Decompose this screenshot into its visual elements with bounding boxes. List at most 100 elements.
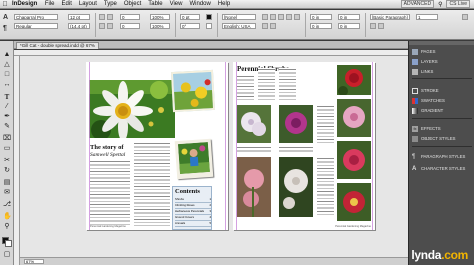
panel-pages[interactable]: PAGES: [412, 47, 472, 56]
screen-mode-icon[interactable]: ▢: [3, 251, 11, 259]
align-center-button[interactable]: [270, 14, 276, 20]
direct-selection-tool-icon[interactable]: △: [3, 61, 11, 69]
panel-links[interactable]: LINKS: [412, 67, 472, 76]
pink-flower-photo[interactable]: [337, 99, 371, 137]
all-caps-button[interactable]: [99, 14, 105, 20]
document-tab[interactable]: *Gill Cat - double spread.indd @ 67%: [16, 42, 99, 49]
font-style-field[interactable]: Regular: [14, 23, 58, 29]
superscript-button[interactable]: [99, 23, 105, 29]
panel-menu-button[interactable]: [462, 14, 468, 20]
daisy-photo[interactable]: [89, 80, 175, 138]
menu-file[interactable]: File: [41, 1, 58, 7]
vertical-scale-field[interactable]: 100%: [150, 14, 170, 20]
red-rose-photo[interactable]: [337, 65, 371, 95]
bullets-button[interactable]: [370, 23, 376, 29]
contents-box[interactable]: Contents Shrubs 1 Climbing Roses 2 Herba…: [172, 186, 212, 230]
panel-effects[interactable]: fx EFFECTS: [412, 124, 472, 133]
menu-type[interactable]: Type: [100, 1, 120, 7]
line-tool-icon[interactable]: ⁄: [3, 103, 11, 111]
pink-rose-photo[interactable]: [337, 141, 371, 179]
gap-tool-icon[interactable]: ↔: [3, 81, 11, 89]
fill-swatch[interactable]: [206, 14, 212, 20]
fill-stroke-swatches[interactable]: [2, 237, 12, 247]
red-dahlia-photo[interactable]: [337, 183, 371, 221]
apple-menu-icon[interactable]: : [0, 1, 10, 8]
menu-window[interactable]: Window: [186, 1, 214, 7]
app-menu[interactable]: InDesign: [10, 1, 41, 7]
tracking-field[interactable]: 0: [120, 23, 140, 29]
menu-layout[interactable]: Layout: [75, 1, 100, 7]
panel-dock-grip[interactable]: [409, 41, 474, 45]
child-photo-frame[interactable]: [174, 138, 214, 180]
panel-object-styles[interactable]: OBJECT STYLES: [412, 134, 472, 143]
left-indent-field[interactable]: 0 in: [310, 14, 332, 20]
selection-tool-icon[interactable]: ▲: [3, 51, 11, 59]
left-page[interactable]: The story of Samwell Spettal Contents Sh…: [86, 62, 228, 230]
yellow-flower-photo[interactable]: [170, 69, 216, 113]
character-style-field[interactable]: [None]: [222, 14, 256, 20]
pen-tool-icon[interactable]: ✒: [3, 113, 11, 121]
numbering-button[interactable]: [378, 23, 384, 29]
leading-field[interactable]: (14.4 pt): [68, 23, 90, 29]
paragraph-style-field[interactable]: [Basic Paragraph]: [370, 14, 410, 20]
gradient-tool-icon[interactable]: ▤: [3, 179, 11, 187]
menu-view[interactable]: View: [166, 1, 186, 7]
zoom-tool-icon[interactable]: ⚲: [3, 223, 11, 231]
justify-all-button[interactable]: [294, 14, 300, 20]
panel-layers[interactable]: LAYERS: [412, 57, 472, 66]
purple-flower-photo[interactable]: [279, 105, 313, 143]
scissors-tool-icon[interactable]: ✂: [3, 157, 11, 165]
menu-table[interactable]: Table: [145, 1, 166, 7]
right-indent-field[interactable]: 0 in: [338, 14, 360, 20]
document-tab-bar: *Gill Cat - double spread.indd @ 67%: [14, 41, 408, 49]
language-field[interactable]: English: USA: [222, 23, 256, 29]
white-flower-photo-2[interactable]: [279, 157, 313, 217]
align-away-spine-button[interactable]: [270, 23, 276, 29]
note-tool-icon[interactable]: ✉: [3, 189, 11, 197]
rectangle-tool-icon[interactable]: ▭: [3, 145, 11, 153]
cs-live-button[interactable]: CS Live: [446, 0, 470, 8]
space-before-field[interactable]: 0 in: [338, 23, 360, 29]
menu-help[interactable]: Help: [214, 1, 233, 7]
contents-item[interactable]: Annuals 5: [175, 221, 211, 227]
panel-swatches[interactable]: SWATCHES: [412, 96, 472, 105]
paragraph-mode-icon[interactable]: ¶: [3, 25, 7, 32]
page-tool-icon[interactable]: □: [3, 71, 11, 79]
pasteboard[interactable]: The story of Samwell Spettal Contents Sh…: [20, 56, 408, 265]
pencil-tool-icon[interactable]: ✎: [3, 123, 11, 131]
hand-tool-icon[interactable]: ✋: [3, 213, 12, 221]
eyedropper-tool-icon[interactable]: ⎇: [3, 201, 11, 209]
horizontal-scale-field[interactable]: 100%: [150, 23, 170, 29]
panel-character-styles[interactable]: A CHARACTER STYLES: [412, 164, 472, 173]
right-page[interactable]: Perennial Shrubs: [233, 62, 375, 230]
baseline-shift-field[interactable]: 0 pt: [180, 14, 200, 20]
type-tool-icon[interactable]: T: [3, 93, 11, 101]
stroke-swatch[interactable]: [206, 23, 212, 29]
font-family-field[interactable]: Chaparral Pro: [14, 14, 58, 20]
search-icon[interactable]: ⚲: [438, 1, 442, 8]
align-left-button[interactable]: [262, 14, 268, 20]
panel-stroke[interactable]: STROKE: [412, 86, 472, 95]
zoom-field[interactable]: 67%: [24, 259, 44, 264]
panel-paragraph-styles[interactable]: ¶ PARAGRAPH STYLES: [412, 152, 472, 161]
small-caps-button[interactable]: [107, 14, 113, 20]
character-mode-icon[interactable]: A: [3, 14, 8, 21]
first-line-indent-field[interactable]: 0 in: [310, 23, 332, 29]
justify-button[interactable]: [286, 14, 292, 20]
rectangle-frame-tool-icon[interactable]: ⌧: [3, 135, 11, 143]
menu-object[interactable]: Object: [120, 1, 144, 7]
menu-edit[interactable]: Edit: [58, 1, 75, 7]
align-towards-spine-button[interactable]: [262, 23, 268, 29]
stroke-swatch-tool[interactable]: [5, 240, 12, 247]
workspace-switcher[interactable]: ADVANCED: [400, 0, 435, 8]
panel-gradient[interactable]: GRADIENT: [412, 106, 472, 115]
pink-bloom-photo[interactable]: [237, 157, 271, 217]
align-right-button[interactable]: [278, 14, 284, 20]
font-size-field[interactable]: 12 pt: [68, 14, 90, 20]
white-flower-photo-1[interactable]: [237, 105, 271, 143]
columns-field[interactable]: 1: [416, 14, 438, 20]
free-transform-tool-icon[interactable]: ↻: [3, 167, 11, 175]
skew-field[interactable]: 0°: [180, 23, 200, 29]
subscript-button[interactable]: [107, 23, 113, 29]
kerning-field[interactable]: 0: [120, 14, 140, 20]
